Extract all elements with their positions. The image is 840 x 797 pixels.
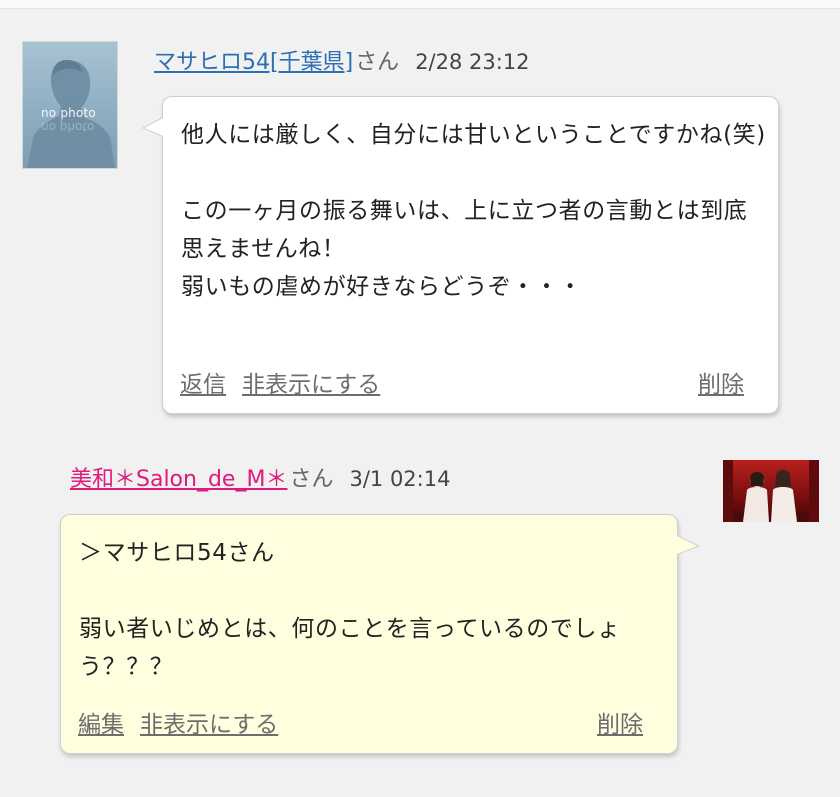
bubble-tail bbox=[675, 533, 701, 557]
comment-date: 2/28 23:12 bbox=[415, 50, 530, 74]
reply-link[interactable]: 返信 bbox=[180, 372, 226, 398]
username-link[interactable]: マサヒロ54[千葉県] bbox=[154, 50, 353, 75]
hide-link[interactable]: 非表示にする bbox=[242, 372, 380, 398]
top-divider bbox=[0, 0, 840, 9]
comment-date: 3/1 02:14 bbox=[349, 467, 451, 491]
avatar-user-photo[interactable] bbox=[723, 460, 819, 522]
comment-header: マサヒロ54[千葉県]さん 2/28 23:12 bbox=[154, 44, 530, 76]
no-photo-label: no photo bbox=[41, 106, 96, 120]
honorific: さん bbox=[355, 50, 400, 75]
delete-link[interactable]: 削除 bbox=[597, 712, 643, 738]
comment-body: ＞マサヒロ54さん 弱い者いじめとは、何のことを言っているのでしょう？？？ bbox=[79, 540, 621, 680]
avatar-no-photo[interactable]: no photo no photo bbox=[22, 41, 118, 169]
comment-bubble: 他人には厳しく、自分には甘いということですかね(笑) この一ヶ月の振る舞いは、上… bbox=[141, 96, 779, 414]
bubble-tail bbox=[141, 115, 165, 139]
comment-delete: 削除 bbox=[698, 365, 744, 399]
comment-header: 美和＊Salon_de_M＊さん 3/1 02:14 bbox=[70, 461, 450, 493]
comment-delete: 削除 bbox=[597, 705, 643, 739]
delete-link[interactable]: 削除 bbox=[698, 372, 744, 398]
user-photo-icon bbox=[723, 460, 819, 522]
comment-actions: 編集 非表示にする bbox=[78, 705, 278, 739]
comment-bubble: ＞マサヒロ54さん 弱い者いじめとは、何のことを言っているのでしょう？？？ 編集… bbox=[60, 514, 701, 754]
no-photo-label-reflection: no photo bbox=[41, 120, 95, 134]
username-link[interactable]: 美和＊Salon_de_M＊ bbox=[70, 467, 287, 492]
comment-actions: 返信 非表示にする bbox=[180, 365, 380, 399]
hide-link[interactable]: 非表示にする bbox=[140, 712, 278, 738]
comment-body: 他人には厳しく、自分には甘いということですかね(笑) この一ヶ月の振る舞いは、上… bbox=[181, 122, 766, 300]
edit-link[interactable]: 編集 bbox=[78, 712, 124, 738]
honorific: さん bbox=[289, 467, 334, 492]
